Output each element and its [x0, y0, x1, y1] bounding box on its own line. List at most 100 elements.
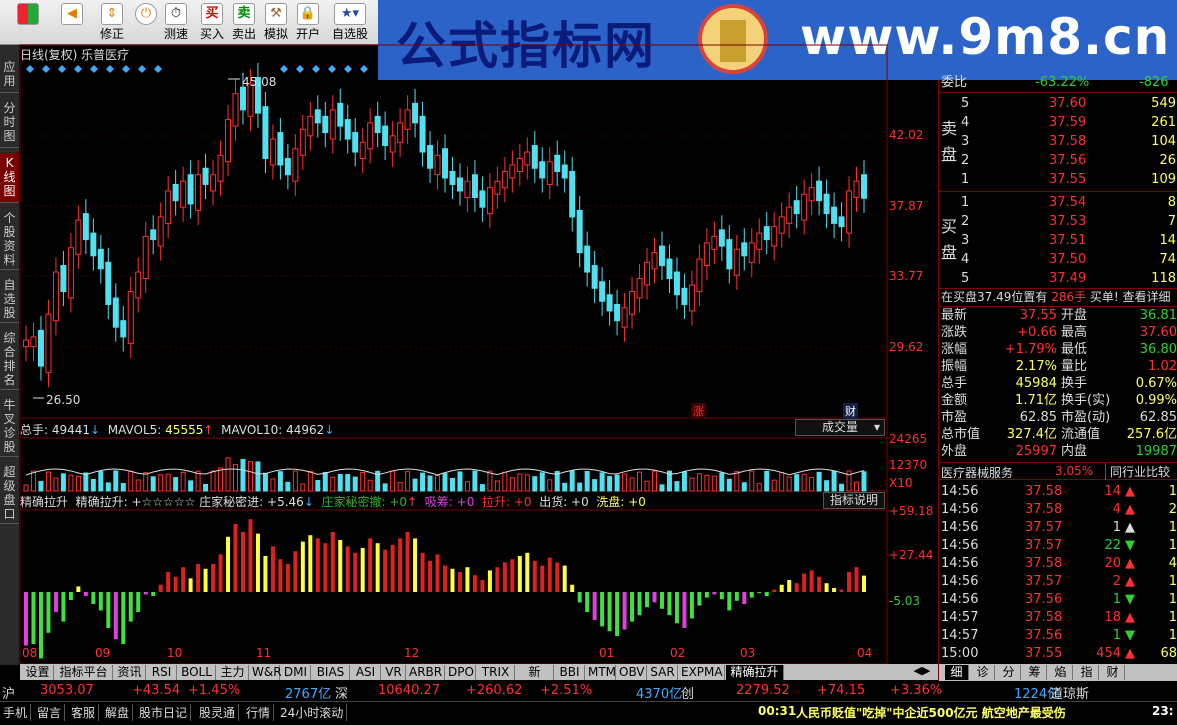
taskbar-item[interactable]: 股市日记 — [136, 704, 192, 721]
volume-bar — [696, 473, 702, 492]
indicator-tab[interactable]: BIAS — [312, 665, 350, 680]
detail-tab[interactable]: 筹 — [1023, 665, 1047, 680]
volume-bar — [816, 471, 822, 492]
volume-bar — [607, 475, 613, 492]
candle — [292, 148, 299, 182]
trade-tick-row: 14:56 37.57 22 ▼ 1 — [941, 538, 1177, 553]
index-name[interactable]: 沪 — [2, 683, 15, 702]
sell-level-row[interactable]: 3 37.58 104 — [959, 132, 1177, 151]
index-name[interactable]: 创 — [681, 683, 694, 702]
buy-level-row[interactable]: 5 37.49 118 — [959, 269, 1177, 288]
taskbar-item[interactable]: 留言 — [34, 704, 66, 721]
detail-tab[interactable]: 指 — [1075, 665, 1099, 680]
indicator-tab[interactable]: RSI — [147, 665, 177, 680]
detail-tab[interactable]: 诊 — [971, 665, 995, 680]
indicator-tab[interactable]: W&R — [250, 665, 282, 680]
tab-scroll-arrows[interactable]: ◀▶ — [906, 664, 938, 680]
candle — [801, 193, 808, 221]
candle — [584, 245, 591, 273]
indicator-tab[interactable]: EXPMA — [679, 665, 725, 680]
buy-level-row[interactable]: 1 37.54 8 — [959, 193, 1177, 212]
indicator-bar — [645, 592, 650, 608]
indicator-tab[interactable]: 资讯 — [114, 665, 146, 680]
diamond-marker — [26, 65, 34, 73]
indicator-bar — [285, 564, 290, 592]
indicator-tab[interactable]: ARBR — [407, 665, 445, 680]
finance-marker[interactable]: 财 — [843, 403, 858, 419]
indicator-tab[interactable]: TRIX — [477, 665, 515, 680]
indicator-bar — [615, 592, 620, 636]
sell-level-row[interactable]: 2 37.56 26 — [959, 151, 1177, 170]
candle — [666, 258, 673, 280]
indicator-tab[interactable]: SAR — [648, 665, 678, 680]
indicator-tab[interactable]: 精确拉升 — [726, 665, 784, 680]
volume-bar — [60, 473, 66, 492]
volume-type-dropdown[interactable]: 成交量 ▾ — [795, 419, 885, 436]
volume-bar — [741, 482, 747, 492]
candle — [831, 206, 838, 224]
large-order-notice[interactable]: 在买盘37.49位置有 286手 买单! 查看详细 — [941, 288, 1177, 306]
indicator-tab[interactable]: BOLL — [178, 665, 216, 680]
indicator-bar — [630, 592, 635, 622]
volume-bar — [831, 470, 837, 492]
sell-level-row[interactable]: 1 37.55 109 — [959, 170, 1177, 189]
taskbar-item[interactable]: 行情 — [243, 704, 275, 721]
volume-bar — [442, 473, 448, 492]
volume-bar — [562, 482, 568, 492]
news-ticker[interactable]: 人民币贬值"吃掉"中企近500亿元 航空地产最受伤 — [796, 704, 1148, 721]
sell-level-row[interactable]: 5 37.60 549 — [959, 94, 1177, 113]
candle — [726, 239, 733, 270]
volume-bar — [681, 471, 687, 492]
indicator-tab[interactable]: 新DMA — [516, 665, 554, 694]
sector-bar[interactable]: 医疗器械服务 3.05% 同行业比较 — [939, 462, 1177, 480]
indicator-bar — [457, 572, 462, 592]
candle — [232, 93, 239, 127]
indicator-tab[interactable]: 设置 — [22, 665, 54, 680]
detail-tab[interactable]: 财 — [1101, 665, 1125, 680]
indicator-bar — [203, 568, 208, 592]
buy-level-row[interactable]: 4 37.50 74 — [959, 250, 1177, 269]
detail-tab[interactable]: 细 — [945, 665, 969, 680]
indicator-tab[interactable]: DPO — [446, 665, 476, 680]
trade-tick-row: 14:56 37.58 20 ▲ 4 — [941, 556, 1177, 571]
volume-bar — [262, 472, 268, 492]
indicator-tab[interactable]: DMI — [281, 665, 311, 680]
index-name[interactable]: 道琼斯 — [1050, 683, 1089, 702]
indicator-tab[interactable]: 主力 — [217, 665, 249, 680]
taskbar-item[interactable]: 股灵通 — [196, 704, 240, 721]
volume-bar — [854, 481, 860, 492]
taskbar-item[interactable]: 手机 — [0, 704, 32, 721]
detail-tab[interactable]: 分 — [997, 665, 1021, 680]
kline-chart[interactable] — [0, 0, 938, 664]
indicator-tab[interactable]: OBV — [617, 665, 647, 680]
volume-bar — [233, 464, 238, 492]
candle — [75, 219, 82, 255]
diamond-marker — [280, 65, 288, 73]
sell-level-row[interactable]: 4 37.59 261 — [959, 113, 1177, 132]
buy-level-row[interactable]: 2 37.53 7 — [959, 212, 1177, 231]
market-status-bar: 沪 3053.07 +43.54 +1.45% 2767亿深 10640.27 +260.6… — [0, 681, 1177, 702]
indicator-bar — [233, 524, 238, 592]
volume-bar — [599, 472, 605, 492]
indicator-bar — [173, 576, 178, 592]
taskbar-item[interactable]: 24小时滚动 — [277, 704, 348, 721]
indicator-tab[interactable]: 指标平台 — [55, 665, 113, 680]
index-name[interactable]: 深 — [335, 683, 348, 702]
taskbar-item[interactable]: 解盘 — [102, 704, 134, 721]
volume-bar — [824, 480, 830, 492]
indicator-bar — [809, 570, 814, 592]
order-ratio-value: -63.22% — [1035, 75, 1090, 90]
indicator-tab[interactable]: ASI — [351, 665, 381, 680]
indicator-tab[interactable]: BBI — [555, 665, 585, 680]
buy-level-row[interactable]: 3 37.51 14 — [959, 231, 1177, 250]
volume-bar — [569, 470, 575, 492]
industry-compare-button[interactable]: 同行业比较 — [1105, 463, 1170, 480]
detail-tab[interactable]: 焰 — [1049, 665, 1073, 680]
candle — [322, 115, 329, 134]
taskbar-item[interactable]: 客服 — [68, 704, 100, 721]
indicator-tab[interactable]: VR — [382, 665, 406, 680]
indicator-tab[interactable]: MTM — [586, 665, 616, 680]
indicator-help-button[interactable]: 指标说明 — [823, 492, 885, 509]
candle — [262, 106, 269, 160]
limit-up-marker[interactable]: 涨 — [691, 403, 706, 419]
